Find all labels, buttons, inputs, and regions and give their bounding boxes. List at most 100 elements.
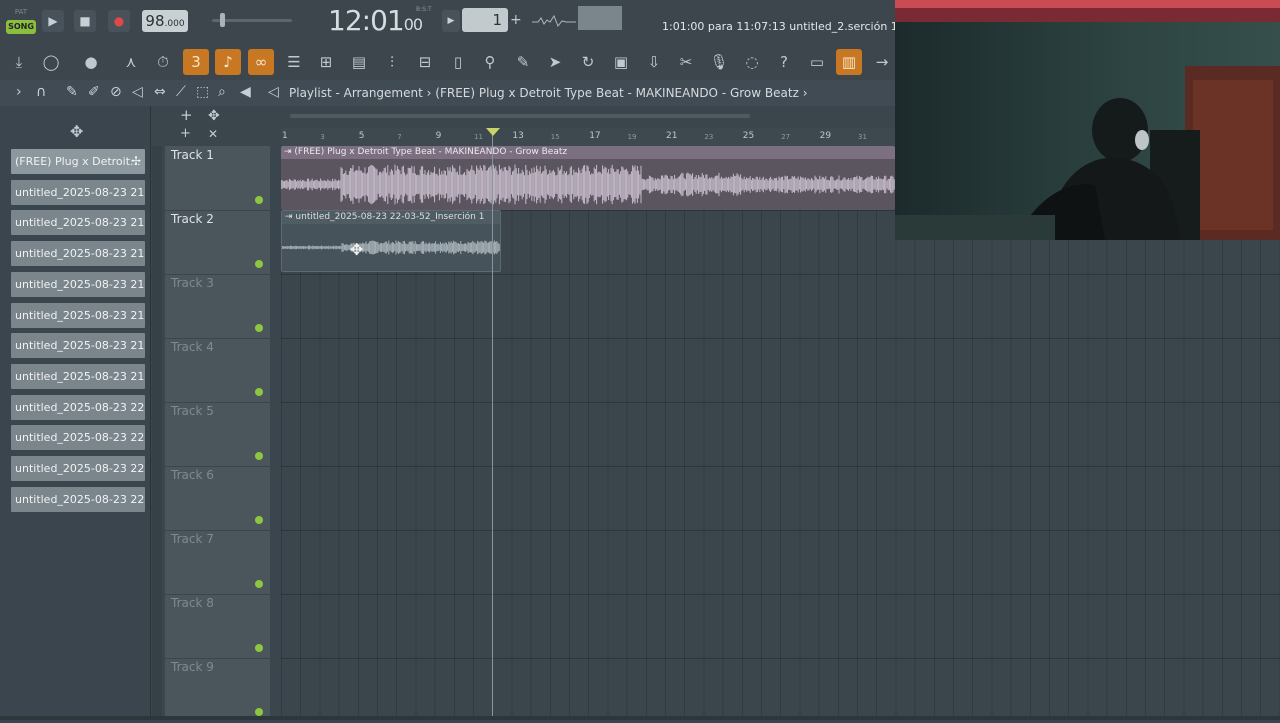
browser-clip-item[interactable]: untitled_2025-08-23 21... bbox=[11, 210, 145, 236]
tempo-tap-icon[interactable]: ✎ bbox=[510, 49, 536, 75]
track-mute-led[interactable] bbox=[255, 388, 263, 396]
chat-icon[interactable]: ◌ bbox=[739, 49, 765, 75]
ruler-tick-label: 29 bbox=[819, 131, 832, 141]
window-icon[interactable]: ▭ bbox=[804, 49, 830, 75]
play-icon: ▶ bbox=[48, 14, 58, 28]
track-header[interactable]: Track 6 bbox=[165, 466, 270, 531]
plugin-icon[interactable]: ⚲ bbox=[477, 49, 503, 75]
playback-icon[interactable]: ◀ bbox=[240, 84, 251, 100]
browser-clip-item[interactable]: (FREE) Plug x Detroit... ✢ bbox=[11, 149, 145, 174]
save-icon[interactable]: ▣ bbox=[608, 49, 634, 75]
move-icon[interactable]: ✥ bbox=[208, 108, 220, 124]
song-mode-toggle[interactable]: SONG bbox=[6, 20, 36, 34]
track-mute-led[interactable] bbox=[255, 324, 263, 332]
help-icon[interactable]: ? bbox=[771, 49, 797, 75]
track-header-toolbar: + ✕ bbox=[150, 126, 281, 146]
knob-icon[interactable]: ◯ bbox=[38, 49, 64, 75]
slip-icon[interactable]: ⇔ bbox=[154, 84, 166, 100]
arrow-icon[interactable]: ➤ bbox=[542, 49, 568, 75]
track-label: Track 9 bbox=[171, 660, 214, 674]
browser-clip-item[interactable]: untitled_2025-08-23 21... bbox=[11, 333, 145, 359]
add-pattern-icon[interactable]: + bbox=[510, 12, 522, 28]
track-mute-led[interactable] bbox=[255, 516, 263, 524]
track-header[interactable]: Track 9 bbox=[165, 658, 270, 723]
cut-icon[interactable]: ✂ bbox=[673, 49, 699, 75]
master-pitch-knob[interactable] bbox=[220, 13, 225, 27]
breadcrumb-separator: › bbox=[426, 86, 432, 100]
dial-icon[interactable]: ● bbox=[78, 49, 104, 75]
clip-title-bar[interactable]: ⇥ (FREE) Plug x Detroit Type Beat - MAKI… bbox=[281, 146, 895, 159]
tempo-display[interactable]: 98.000 bbox=[142, 10, 188, 32]
refresh-icon[interactable]: ↻ bbox=[575, 49, 601, 75]
mute-icon[interactable]: ◁ bbox=[132, 84, 143, 100]
audio-clip-beat[interactable]: ⇥ (FREE) Plug x Detroit Type Beat - MAKI… bbox=[281, 146, 895, 210]
magnet-icon[interactable]: ∩ bbox=[36, 84, 46, 100]
browser-clip-item[interactable]: untitled_2025-08-23 22... bbox=[11, 394, 145, 420]
track-header[interactable]: Track 4 bbox=[165, 338, 270, 403]
track-mute-led[interactable] bbox=[255, 196, 263, 204]
browser-move-icon[interactable]: ✥ bbox=[70, 122, 83, 141]
channel-rack-icon[interactable]: ▤ bbox=[346, 49, 372, 75]
play-button[interactable]: ▶ bbox=[42, 10, 64, 32]
pattern-prev-button[interactable]: ▶ bbox=[442, 10, 460, 32]
pattern-icon[interactable]: ⊟ bbox=[412, 49, 438, 75]
pencil-icon[interactable]: ✎ bbox=[66, 84, 78, 100]
track-header[interactable]: Track 5 bbox=[165, 402, 270, 467]
track-header[interactable]: Track 1 bbox=[165, 146, 270, 211]
download-icon[interactable]: ⤓ bbox=[6, 49, 32, 75]
browser-clip-item[interactable]: untitled_2025-08-23 22... bbox=[11, 456, 145, 481]
track-mute-led[interactable] bbox=[255, 580, 263, 588]
loop-record-icon[interactable]: ∞ bbox=[248, 49, 274, 75]
piano-icon[interactable]: ▥ bbox=[836, 49, 862, 75]
browser-icon[interactable]: ▯ bbox=[445, 49, 471, 75]
step-edit-icon[interactable]: ♪ bbox=[215, 49, 241, 75]
timeline-ruler[interactable]: 1 5 9 13 17 21 25 29 3 7 11 15 19 23 27 31 bbox=[281, 128, 895, 147]
track-mute-led[interactable] bbox=[255, 708, 263, 716]
zoom-icon[interactable]: ⌕ bbox=[218, 84, 226, 100]
microphone-icon[interactable]: 🎙 bbox=[706, 49, 732, 75]
pattern-selector[interactable]: 1 bbox=[462, 8, 508, 32]
horizontal-scrollbar[interactable] bbox=[290, 114, 750, 118]
playhead-marker[interactable] bbox=[486, 128, 500, 136]
browser-clip-item[interactable]: untitled_2025-08-23 22... bbox=[11, 425, 145, 451]
clip-name: (FREE) Plug x Detroit Type Beat - MAKINE… bbox=[294, 147, 568, 157]
metronome-icon[interactable]: ⋏ bbox=[118, 49, 144, 75]
playlist-icon[interactable]: ☰ bbox=[281, 49, 307, 75]
browser-clip-item[interactable]: untitled_2025-08-23 21... bbox=[11, 302, 145, 328]
audio-clip-recording[interactable]: ⇥ untitled_2025-08-23 22-03-52_Inserción… bbox=[281, 210, 501, 272]
track-mute-led[interactable] bbox=[255, 644, 263, 652]
wait-input-icon[interactable]: ⏱ bbox=[150, 49, 176, 75]
export-icon[interactable]: ⇩ bbox=[641, 49, 667, 75]
delete-icon[interactable]: ⊘ bbox=[110, 84, 122, 100]
track-header[interactable]: Track 7 bbox=[165, 530, 270, 595]
piano-roll-icon[interactable]: ⊞ bbox=[313, 49, 339, 75]
browser-clip-item[interactable]: untitled_2025-08-23 21... bbox=[11, 241, 145, 267]
select-icon[interactable]: ⬚ bbox=[196, 84, 209, 100]
slice-icon[interactable]: ⟋ bbox=[176, 84, 186, 100]
menu-arrow-icon[interactable]: › bbox=[16, 84, 22, 100]
record-button[interactable]: ● bbox=[108, 10, 130, 32]
add-icon[interactable]: + bbox=[180, 126, 191, 141]
waveform-icon: ✢ bbox=[130, 154, 141, 168]
track-header[interactable]: Track 2 bbox=[165, 210, 270, 275]
browser-clip-item[interactable]: untitled_2025-08-23 21... bbox=[11, 179, 145, 205]
track-header[interactable]: Track 3 bbox=[165, 274, 270, 339]
track-mute-led[interactable] bbox=[255, 452, 263, 460]
clip-title-bar[interactable]: ⇥ untitled_2025-08-23 22-03-52_Inserción… bbox=[282, 211, 500, 224]
browser-scrollbar[interactable] bbox=[152, 146, 162, 720]
pattern-mode-toggle[interactable]: PAT bbox=[6, 6, 36, 18]
browser-clip-item[interactable]: untitled_2025-08-23 22... bbox=[11, 486, 145, 512]
countdown-icon[interactable]: 3 bbox=[183, 49, 209, 75]
next-icon[interactable]: → bbox=[869, 49, 895, 75]
stop-button[interactable]: ■ bbox=[74, 10, 96, 32]
collapse-icon[interactable]: ◁ bbox=[268, 84, 279, 100]
paint-icon[interactable]: ✐ bbox=[88, 84, 100, 100]
close-icon[interactable]: ✕ bbox=[208, 127, 218, 141]
browser-clip-item[interactable]: untitled_2025-08-23 21... bbox=[11, 363, 145, 389]
add-track-icon[interactable]: + bbox=[180, 106, 193, 124]
track-mute-led[interactable] bbox=[255, 260, 263, 268]
mixer-icon[interactable]: ⫶ bbox=[379, 49, 405, 75]
track-header[interactable]: Track 8 bbox=[165, 594, 270, 659]
webcam-overlay bbox=[895, 0, 1280, 240]
browser-clip-item[interactable]: untitled_2025-08-23 21... bbox=[11, 271, 145, 297]
